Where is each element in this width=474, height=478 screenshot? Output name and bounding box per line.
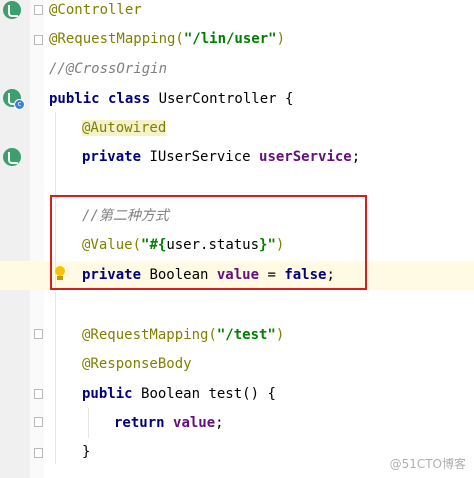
code-token: private	[82, 149, 150, 165]
code-token: ;	[215, 415, 224, 431]
spring-bean-icon[interactable]	[3, 1, 21, 19]
code-token: @ResponseBody	[82, 356, 192, 372]
code-token: }	[82, 444, 91, 460]
code-token: public	[82, 386, 142, 402]
code-text: //@CrossOrigin	[49, 55, 167, 84]
code-line[interactable]: public class UserController {	[0, 85, 474, 114]
code-token: UserController {	[158, 91, 294, 107]
fold-marker-icon[interactable]	[34, 417, 43, 427]
code-line[interactable]: @Autowired	[0, 114, 474, 143]
code-line[interactable]: public Boolean test() {	[0, 380, 474, 409]
highlight-box	[50, 195, 367, 290]
code-token: public class	[49, 91, 159, 107]
code-token: test() {	[208, 386, 276, 402]
code-token: //@CrossOrigin	[49, 61, 168, 77]
code-token: )	[275, 327, 285, 343]
code-token: "/lin/user"	[183, 31, 277, 47]
fold-marker-icon[interactable]	[34, 35, 43, 45]
code-token: )	[276, 31, 286, 47]
code-text: @Controller	[49, 0, 142, 25]
fold-marker-icon[interactable]	[34, 5, 43, 15]
code-text: @RequestMapping("/lin/user")	[49, 25, 285, 54]
code-line[interactable]: return value;	[0, 409, 474, 438]
code-token: "/test"	[216, 327, 276, 343]
code-token: return	[114, 415, 174, 431]
code-text: public class UserController {	[49, 85, 293, 114]
code-line[interactable]: @ResponseBody	[0, 350, 474, 379]
code-token: @Controller	[49, 2, 142, 18]
code-token: @RequestMapping(	[49, 31, 184, 47]
code-token: @RequestMapping(	[82, 327, 217, 343]
code-text: return value;	[114, 409, 224, 438]
code-line[interactable]: @Controller	[0, 0, 474, 25]
code-token: value	[173, 415, 216, 431]
code-token: IUserService	[149, 149, 260, 165]
code-line[interactable]	[0, 291, 474, 320]
code-line[interactable]: @RequestMapping("/test")	[0, 321, 474, 350]
code-token: userService	[259, 149, 352, 165]
fold-marker-icon[interactable]	[34, 448, 43, 458]
code-line[interactable]: @RequestMapping("/lin/user")	[0, 25, 474, 54]
code-text: public Boolean test() {	[82, 380, 276, 409]
watermark: @51CTO博客	[389, 457, 466, 471]
code-token: @Autowired	[82, 120, 167, 136]
code-token: Boolean	[141, 386, 209, 402]
code-text: @Autowired	[82, 114, 167, 143]
code-line[interactable]: //@CrossOrigin	[0, 55, 474, 84]
spring-autowired-icon[interactable]	[3, 148, 21, 166]
indent-guide	[88, 408, 89, 438]
code-text: @ResponseBody	[82, 350, 192, 379]
code-text: private IUserService userService;	[82, 143, 360, 172]
code-text: }	[82, 438, 90, 467]
fold-marker-icon[interactable]	[34, 329, 43, 339]
fold-marker-icon[interactable]	[34, 389, 43, 399]
class-c-icon: c	[14, 99, 25, 110]
code-line[interactable]: private IUserService userService;	[0, 143, 474, 172]
code-token: ;	[351, 149, 361, 165]
code-text: @RequestMapping("/test")	[82, 321, 284, 350]
